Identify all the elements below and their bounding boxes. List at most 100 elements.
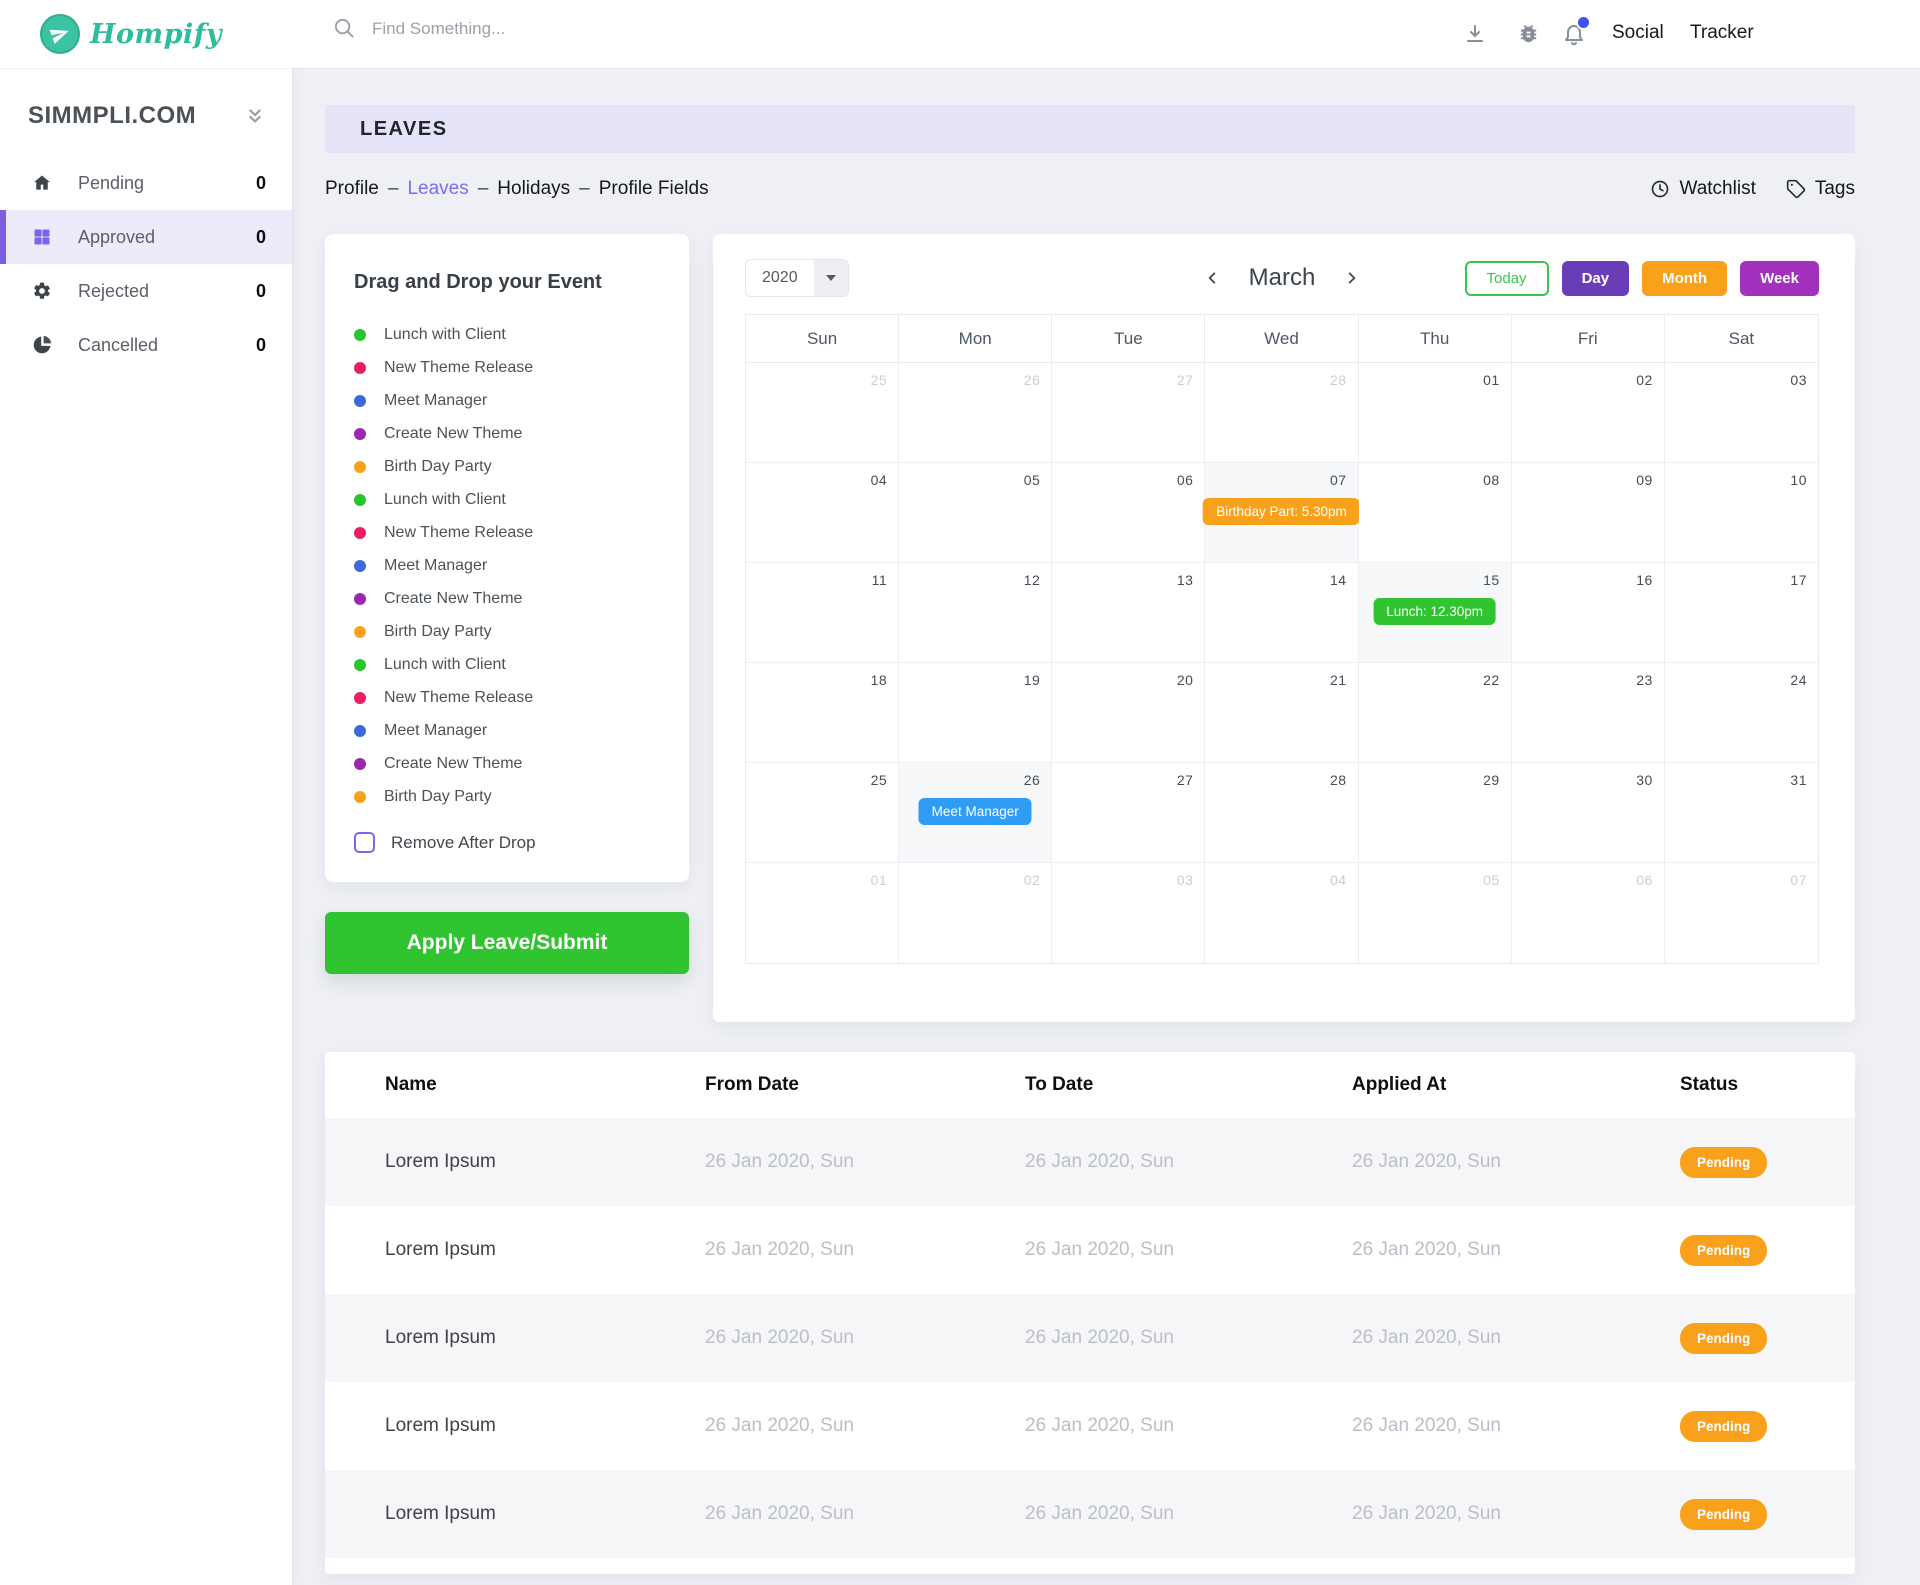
- draggable-event-item[interactable]: Create New Theme: [354, 426, 661, 442]
- calendar-day-cell[interactable]: 03: [1665, 363, 1818, 463]
- next-month-button[interactable]: [1343, 270, 1359, 286]
- calendar-event-chip[interactable]: Meet Manager: [919, 798, 1032, 825]
- draggable-event-item[interactable]: Create New Theme: [354, 591, 661, 607]
- breadcrumb-item-holidays[interactable]: Holidays: [497, 178, 570, 200]
- breadcrumb-item-profile-fields[interactable]: Profile Fields: [599, 178, 709, 200]
- bug-icon[interactable]: [1517, 22, 1540, 45]
- calendar-day-cell[interactable]: 17: [1665, 563, 1818, 663]
- calendar-day-cell[interactable]: 10: [1665, 463, 1818, 563]
- view-month-button[interactable]: Month: [1642, 261, 1727, 296]
- calendar-day-cell[interactable]: 02: [899, 863, 1052, 963]
- apply-leave-submit-button[interactable]: Apply Leave/Submit: [325, 912, 689, 974]
- sidebar-item-pending[interactable]: Pending0: [0, 156, 292, 210]
- calendar-event-chip[interactable]: Birthday Part: 5.30pm: [1203, 498, 1360, 525]
- event-color-dot: [354, 395, 366, 407]
- draggable-event-item[interactable]: Lunch with Client: [354, 492, 661, 508]
- breadcrumb: Profile–Leaves–Holidays–Profile Fields: [325, 178, 709, 200]
- calendar-day-cell[interactable]: 12: [899, 563, 1052, 663]
- draggable-event-item[interactable]: Meet Manager: [354, 393, 661, 409]
- calendar-day-cell[interactable]: 07: [1665, 863, 1818, 963]
- calendar-day-cell[interactable]: 09: [1512, 463, 1665, 563]
- calendar-day-cell[interactable]: 27: [1052, 363, 1205, 463]
- calendar-day-cell[interactable]: 26: [899, 363, 1052, 463]
- day-number: 01: [1483, 372, 1500, 388]
- calendar-day-cell[interactable]: 14: [1205, 563, 1358, 663]
- calendar-day-cell[interactable]: 01: [1359, 363, 1512, 463]
- table-row[interactable]: Lorem Ipsum26 Jan 2020, Sun26 Jan 2020, …: [325, 1294, 1855, 1382]
- calendar-day-cell[interactable]: 29: [1359, 763, 1512, 863]
- calendar-day-cell[interactable]: 22: [1359, 663, 1512, 763]
- calendar-day-cell[interactable]: 28: [1205, 763, 1358, 863]
- sidebar-item-rejected[interactable]: Rejected0: [0, 264, 292, 318]
- draggable-event-item[interactable]: Birth Day Party: [354, 789, 661, 805]
- calendar-day-cell[interactable]: 26Meet Manager: [899, 763, 1052, 863]
- calendar-day-cell[interactable]: 21: [1205, 663, 1358, 763]
- draggable-event-item[interactable]: Birth Day Party: [354, 624, 661, 640]
- calendar-day-cell[interactable]: 06: [1052, 463, 1205, 563]
- calendar-day-cell[interactable]: 05: [899, 463, 1052, 563]
- nav-tracker[interactable]: Tracker: [1690, 22, 1754, 44]
- calendar-day-cell[interactable]: 25: [746, 363, 899, 463]
- calendar-day-cell[interactable]: 01: [746, 863, 899, 963]
- calendar-day-cell[interactable]: 19: [899, 663, 1052, 763]
- search-input[interactable]: [372, 19, 672, 39]
- calendar-day-cell[interactable]: 15Lunch: 12.30pm: [1359, 563, 1512, 663]
- draggable-event-item[interactable]: Lunch with Client: [354, 327, 661, 343]
- tags-button[interactable]: Tags: [1786, 178, 1855, 200]
- breadcrumb-item-leaves[interactable]: Leaves: [407, 178, 468, 200]
- draggable-event-item[interactable]: Birth Day Party: [354, 459, 661, 475]
- prev-month-button[interactable]: [1205, 270, 1221, 286]
- draggable-event-item[interactable]: New Theme Release: [354, 360, 661, 376]
- download-icon[interactable]: [1463, 22, 1487, 46]
- draggable-event-item[interactable]: New Theme Release: [354, 525, 661, 541]
- table-row[interactable]: Lorem Ipsum26 Jan 2020, Sun26 Jan 2020, …: [325, 1118, 1855, 1206]
- calendar-day-cell[interactable]: 08: [1359, 463, 1512, 563]
- calendar-day-cell[interactable]: 24: [1665, 663, 1818, 763]
- remove-after-drop-checkbox[interactable]: [354, 832, 375, 853]
- calendar-day-cell[interactable]: 06: [1512, 863, 1665, 963]
- calendar-day-cell[interactable]: 27: [1052, 763, 1205, 863]
- calendar-day-cell[interactable]: 11: [746, 563, 899, 663]
- app-logo[interactable]: Hompify: [40, 14, 222, 54]
- cell-from-date: 26 Jan 2020, Sun: [705, 1327, 1025, 1349]
- view-today-button[interactable]: Today: [1465, 261, 1549, 296]
- calendar-event-chip[interactable]: Lunch: 12.30pm: [1373, 598, 1496, 625]
- search-icon: [333, 17, 356, 40]
- calendar-day-cell[interactable]: 18: [746, 663, 899, 763]
- day-number: 13: [1177, 572, 1194, 588]
- calendar-day-cell[interactable]: 28: [1205, 363, 1358, 463]
- calendar-day-cell[interactable]: 04: [746, 463, 899, 563]
- sidebar-item-cancelled[interactable]: Cancelled0: [0, 318, 292, 372]
- view-week-button[interactable]: Week: [1740, 261, 1819, 296]
- table-row[interactable]: Lorem Ipsum26 Jan 2020, Sun26 Jan 2020, …: [325, 1206, 1855, 1294]
- table-row[interactable]: Lorem Ipsum26 Jan 2020, Sun26 Jan 2020, …: [325, 1470, 1855, 1558]
- double-chevron-down-icon[interactable]: [244, 105, 266, 127]
- calendar-grid: SunMonTueWedThuFriSat 252627280102030405…: [745, 314, 1819, 964]
- calendar-day-cell[interactable]: 07Birthday Part: 5.30pm: [1205, 463, 1358, 563]
- sidebar-item-approved[interactable]: Approved0: [0, 210, 292, 264]
- draggable-event-item[interactable]: Meet Manager: [354, 558, 661, 574]
- calendar-day-cell[interactable]: 13: [1052, 563, 1205, 663]
- column-header-from-date: From Date: [705, 1074, 1025, 1096]
- draggable-event-item[interactable]: Meet Manager: [354, 723, 661, 739]
- calendar-day-cell[interactable]: 03: [1052, 863, 1205, 963]
- draggable-event-item[interactable]: Lunch with Client: [354, 657, 661, 673]
- calendar-day-cell[interactable]: 31: [1665, 763, 1818, 863]
- draggable-event-item[interactable]: Create New Theme: [354, 756, 661, 772]
- breadcrumb-item-profile[interactable]: Profile: [325, 178, 379, 200]
- calendar-day-cell[interactable]: 25: [746, 763, 899, 863]
- view-day-button[interactable]: Day: [1562, 261, 1630, 296]
- table-row[interactable]: Lorem Ipsum26 Jan 2020, Sun26 Jan 2020, …: [325, 1382, 1855, 1470]
- calendar-day-cell[interactable]: 23: [1512, 663, 1665, 763]
- calendar-day-cell[interactable]: 30: [1512, 763, 1665, 863]
- bell-icon[interactable]: [1562, 22, 1586, 46]
- draggable-event-item[interactable]: New Theme Release: [354, 690, 661, 706]
- year-select[interactable]: 2020: [745, 259, 849, 297]
- calendar-day-cell[interactable]: 02: [1512, 363, 1665, 463]
- calendar-day-cell[interactable]: 20: [1052, 663, 1205, 763]
- calendar-day-cell[interactable]: 16: [1512, 563, 1665, 663]
- calendar-day-cell[interactable]: 04: [1205, 863, 1358, 963]
- nav-social[interactable]: Social: [1612, 22, 1664, 44]
- calendar-day-cell[interactable]: 05: [1359, 863, 1512, 963]
- watchlist-button[interactable]: Watchlist: [1650, 178, 1755, 200]
